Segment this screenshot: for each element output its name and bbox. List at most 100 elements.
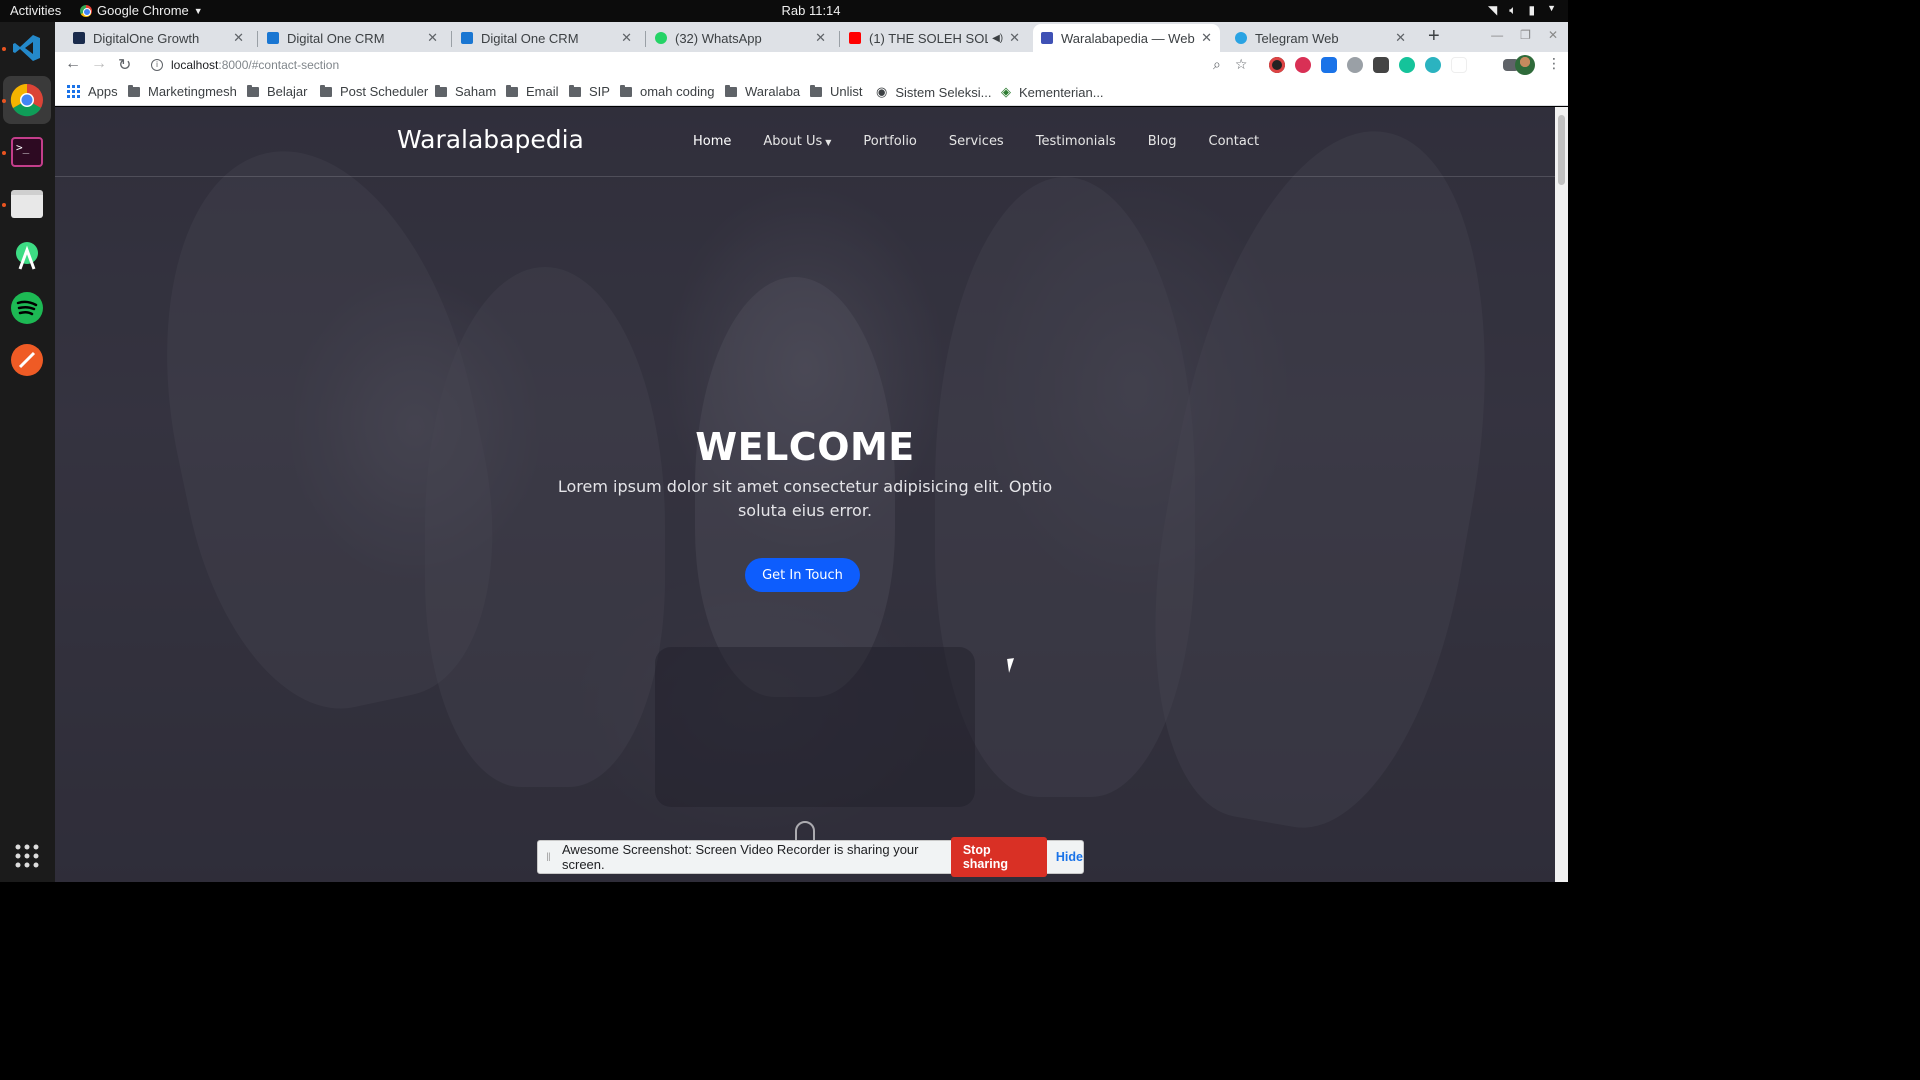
spotify-icon[interactable] xyxy=(7,288,47,328)
bookmark-folder[interactable]: SIP xyxy=(569,84,610,99)
bookmark-label: Email xyxy=(526,84,559,99)
battery-icon: ▮ xyxy=(1528,3,1536,17)
bookmark-link[interactable]: ◉ Sistem Seleksi... xyxy=(876,84,991,100)
get-in-touch-button[interactable]: Get In Touch xyxy=(745,558,860,592)
forward-icon[interactable]: → xyxy=(91,55,107,73)
running-indicator xyxy=(2,47,6,51)
profile-avatar[interactable] xyxy=(1515,55,1535,75)
nav-testimonials[interactable]: Testimonials xyxy=(1036,134,1116,149)
terminal-icon[interactable]: >_ xyxy=(7,132,47,172)
extensions-bar xyxy=(1269,57,1519,73)
bookmark-folder[interactable]: omah coding xyxy=(620,84,714,99)
grammarly-icon[interactable] xyxy=(1399,57,1415,73)
nav-about-us[interactable]: About Us ▼ xyxy=(763,134,831,149)
tab-title: Digital One CRM xyxy=(287,30,385,46)
extension-icon[interactable] xyxy=(1451,57,1467,73)
nav-contact[interactable]: Contact xyxy=(1209,134,1260,149)
maximize-icon[interactable]: ❐ xyxy=(1520,28,1531,42)
extension-icon[interactable] xyxy=(1321,57,1337,73)
bookmark-apps[interactable]: Apps xyxy=(67,84,118,99)
nav-blog[interactable]: Blog xyxy=(1148,134,1177,149)
extension-icon[interactable] xyxy=(1347,57,1363,73)
folder-icon xyxy=(320,84,332,97)
hide-button[interactable]: Hide xyxy=(1056,850,1083,864)
close-icon[interactable]: ✕ xyxy=(1201,30,1212,46)
back-icon[interactable]: ← xyxy=(65,55,81,73)
stop-sharing-button[interactable]: Stop sharing xyxy=(950,837,1047,877)
tab-title: Telegram Web xyxy=(1255,30,1339,46)
nav-portfolio[interactable]: Portfolio xyxy=(863,134,916,149)
tab-separator xyxy=(451,31,452,47)
extension-icon[interactable] xyxy=(1373,57,1389,73)
bookmark-folder[interactable]: Post Scheduler xyxy=(320,84,428,99)
bookmark-link[interactable]: ◈ Kementerian... xyxy=(1001,84,1104,100)
nav-home[interactable]: Home xyxy=(693,134,731,149)
speaker-icon[interactable]: ◀︎) xyxy=(992,33,1003,44)
globe-icon: ◉ xyxy=(876,84,888,99)
nav-services[interactable]: Services xyxy=(949,134,1004,149)
tab-title: DigitalOne Growth xyxy=(93,30,200,46)
show-applications-icon[interactable] xyxy=(7,836,47,876)
tab-waralabapedia[interactable]: Waralabapedia — Websi ✕ xyxy=(1033,24,1220,52)
digitalone-icon xyxy=(73,32,85,44)
bookmark-star-icon[interactable]: ☆ xyxy=(1235,56,1248,73)
drag-handle-icon[interactable]: ‖ xyxy=(546,850,551,864)
zoom-icon[interactable]: ⌕ xyxy=(1213,56,1221,73)
tab-youtube[interactable]: (1) THE SOLEH SOLIH ◀︎) ✕ xyxy=(841,24,1028,52)
tab-title: Waralabapedia — Websi xyxy=(1061,30,1196,46)
hero-title: WELCOME xyxy=(695,425,915,469)
bookmark-folder[interactable]: Email xyxy=(506,84,559,99)
whatsapp-icon xyxy=(655,32,667,44)
window-controls: — ❐ ✕ xyxy=(1491,28,1558,42)
bookmark-folder[interactable]: Unlist xyxy=(810,84,863,99)
close-icon[interactable]: ✕ xyxy=(1395,30,1406,46)
site-icon xyxy=(1041,32,1053,44)
scrollbar-thumb[interactable] xyxy=(1558,115,1565,185)
page-scrollbar[interactable] xyxy=(1555,107,1568,882)
tab-telegram[interactable]: Telegram Web ✕ xyxy=(1227,24,1414,52)
bookmarks-bar: Apps Marketingmesh Belajar Post Schedule… xyxy=(55,78,1568,106)
bookmark-folder[interactable]: Saham xyxy=(435,84,496,99)
android-studio-icon[interactable] xyxy=(7,236,47,276)
system-tray[interactable]: ◥ 🔈︎ ▮ ▼ xyxy=(1488,3,1556,18)
browser-toolbar: ← → ↻ i localhost:8000/#contact-section … xyxy=(55,52,1568,78)
close-icon[interactable]: ✕ xyxy=(1009,30,1020,46)
minimize-icon[interactable]: — xyxy=(1491,28,1503,42)
folder-icon xyxy=(725,84,737,97)
site-nav: Home About Us ▼ Portfolio Services Testim… xyxy=(693,134,1259,149)
tab-digital-one-crm[interactable]: Digital One CRM ✕ xyxy=(259,24,446,52)
extension-icon[interactable] xyxy=(1295,57,1311,73)
menu-icon[interactable]: ⋮ xyxy=(1547,55,1561,72)
chevron-down-icon: ▼ xyxy=(825,138,832,147)
tab-whatsapp[interactable]: (32) WhatsApp ✕ xyxy=(647,24,834,52)
close-icon[interactable]: ✕ xyxy=(233,30,244,46)
files-icon[interactable] xyxy=(7,184,47,224)
tab-digitalone-growth[interactable]: DigitalOne Growth ✕ xyxy=(65,24,252,52)
bookmark-label: Waralaba xyxy=(745,84,801,99)
tab-digital-one-crm-2[interactable]: Digital One CRM ✕ xyxy=(453,24,640,52)
folder-icon xyxy=(435,84,447,97)
bookmark-label: SIP xyxy=(589,84,610,99)
bookmark-folder[interactable]: Waralaba xyxy=(725,84,800,99)
running-indicator xyxy=(2,151,6,155)
site-brand[interactable]: Waralabapedia xyxy=(397,125,584,154)
close-window-icon[interactable]: ✕ xyxy=(1548,28,1558,42)
bookmark-label: Unlist xyxy=(830,84,863,99)
site-info-icon[interactable]: i xyxy=(151,59,163,71)
chrome-dock-icon[interactable] xyxy=(3,76,51,124)
address-bar[interactable]: i localhost:8000/#contact-section xyxy=(145,53,1230,77)
vscode-icon[interactable] xyxy=(7,28,47,68)
bookmark-label: Belajar xyxy=(267,84,308,99)
close-icon[interactable]: ✕ xyxy=(427,30,438,46)
extension-icon[interactable] xyxy=(1269,57,1285,73)
new-tab-button[interactable]: + xyxy=(1428,25,1440,48)
bookmark-folder[interactable]: Marketingmesh xyxy=(128,84,237,99)
postman-icon[interactable] xyxy=(7,340,47,380)
apps-grid-icon xyxy=(67,85,80,98)
bookmark-folder[interactable]: Belajar xyxy=(247,84,307,99)
extension-icon[interactable] xyxy=(1425,57,1441,73)
close-icon[interactable]: ✕ xyxy=(621,30,632,46)
close-icon[interactable]: ✕ xyxy=(815,30,826,46)
clock[interactable]: Rab 11:14 xyxy=(0,3,1622,18)
reload-icon[interactable]: ↻ xyxy=(118,55,131,75)
